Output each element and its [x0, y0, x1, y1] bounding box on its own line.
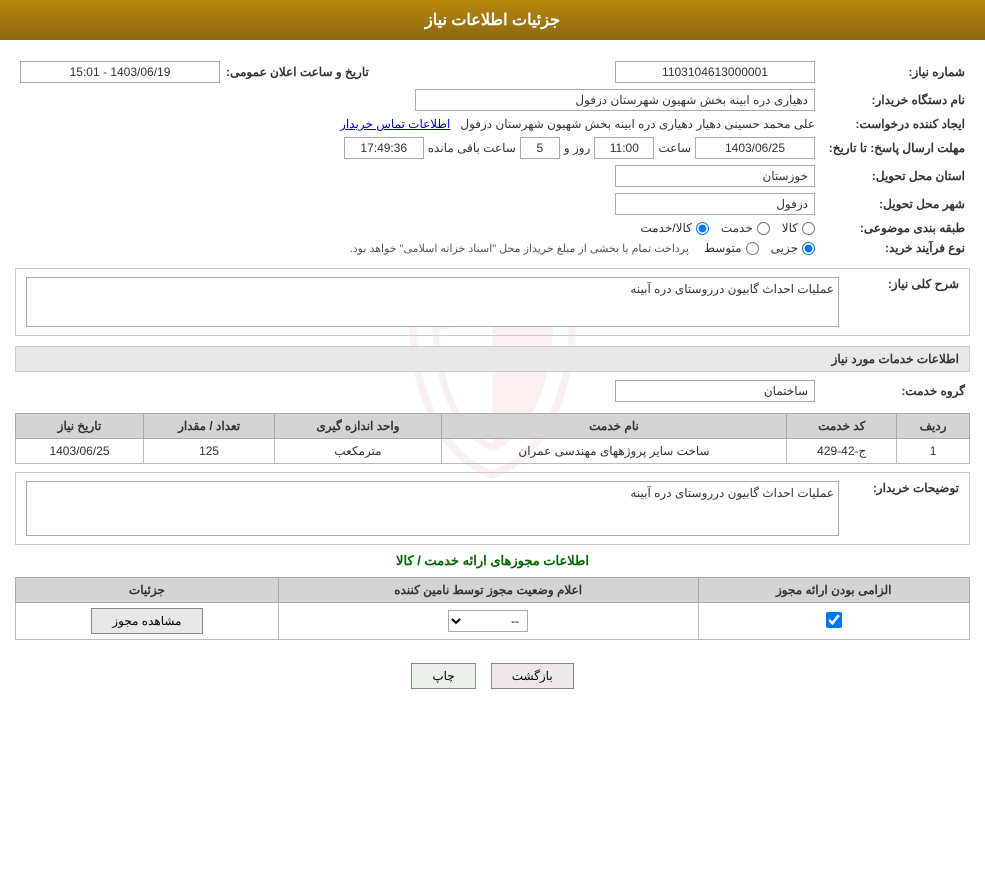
license-required-cell	[698, 603, 970, 640]
deadline-remaining-label: ساعت باقی مانده	[428, 141, 516, 155]
col-code: کد خدمت	[787, 414, 897, 439]
need-description-label: شرح کلی نیاز:	[839, 277, 959, 291]
category-option-kala[interactable]: کالا	[782, 221, 815, 235]
purchase-type-motavasset[interactable]: متوسط	[704, 241, 759, 255]
view-license-button[interactable]: مشاهده مجوز	[91, 608, 202, 634]
license-required-checkbox[interactable]	[826, 612, 842, 628]
purchase-type-jozi[interactable]: جزیی	[771, 241, 815, 255]
license-col-details: جزئیات	[16, 578, 279, 603]
deadline-label: مهلت ارسال پاسخ: تا تاریخ:	[815, 141, 965, 155]
deadline-date: 1403/06/25	[695, 137, 815, 159]
col-row: ردیف	[897, 414, 970, 439]
buyer-name-label: نام دستگاه خریدار:	[815, 93, 965, 107]
page-title: جزئیات اطلاعات نیاز	[0, 0, 985, 40]
category-option-khedmat[interactable]: خدمت	[721, 221, 770, 235]
back-button[interactable]: بازگشت	[491, 663, 574, 689]
purchase-type-radio-group: جزیی متوسط	[704, 241, 815, 255]
service-group-label: گروه خدمت:	[815, 384, 965, 398]
license-row: -- مشاهده مجوز	[16, 603, 970, 640]
print-button[interactable]: چاپ	[411, 663, 475, 689]
col-name: نام خدمت	[441, 414, 787, 439]
buyer-description-value: عملیات احداث گابیون درروستای دره آبینه	[26, 481, 839, 536]
license-table: الزامی بودن ارائه مجوز اعلام وضعیت مجوز …	[15, 577, 970, 640]
need-number-label: شماره نیاز:	[815, 65, 965, 79]
city-label: شهر محل تحویل:	[815, 197, 965, 211]
announcement-label: تاریخ و ساعت اعلان عمومی:	[226, 65, 369, 79]
col-quantity: تعداد / مقدار	[143, 414, 274, 439]
purchase-type-note: پرداخت تمام یا بخشی از مبلغ خریداز محل "…	[350, 242, 689, 255]
license-col-status: اعلام وضعیت مجوز توسط نامین کننده	[278, 578, 698, 603]
category-option-kala-khedmat[interactable]: کالا/خدمت	[640, 221, 708, 235]
need-number-value: 1103104613000001	[615, 61, 815, 83]
bottom-buttons-area: بازگشت چاپ	[15, 648, 970, 704]
province-label: استان محل تحویل:	[815, 169, 965, 183]
license-col-required: الزامی بودن ارائه مجوز	[698, 578, 970, 603]
col-date: تاریخ نیاز	[16, 414, 144, 439]
license-status-select[interactable]: --	[448, 610, 528, 632]
services-section-title: اطلاعات خدمات مورد نیاز	[15, 346, 970, 372]
license-section-title: اطلاعات مجوزهای ارائه خدمت / کالا	[15, 553, 970, 569]
purchase-type-label: نوع فرآیند خرید:	[815, 241, 965, 255]
license-status-cell: --	[278, 603, 698, 640]
col-unit: واحد اندازه گیری	[275, 414, 441, 439]
license-details-cell: مشاهده مجوز	[16, 603, 279, 640]
city-value: دزفول	[615, 193, 815, 215]
deadline-remaining: 17:49:36	[344, 137, 424, 159]
deadline-time-label: ساعت	[658, 141, 691, 155]
category-label: طبقه بندی موضوعی:	[815, 221, 965, 235]
deadline-time: 11:00	[594, 137, 654, 159]
services-table: ردیف کد خدمت نام خدمت واحد اندازه گیری ت…	[15, 413, 970, 464]
province-value: خوزستان	[615, 165, 815, 187]
category-radio-group: کالا خدمت کالا/خدمت	[640, 221, 815, 235]
requester-label: ایجاد کننده درخواست:	[815, 117, 965, 131]
buyer-description-label: توضیحات خریدار:	[839, 481, 959, 495]
need-description-value: عملیات احداث گابیون درروستای دره آبینه	[26, 277, 839, 327]
deadline-days-label: روز و	[564, 141, 591, 155]
requester-value: علی محمد حسینی دهیار دهیاری دره ابینه بخ…	[460, 117, 815, 131]
deadline-days: 5	[520, 137, 560, 159]
buyer-name-value: دهیاری دره ابینه بخش شهیون شهرستان دزفول	[415, 89, 815, 111]
table-row: 1 ج-42-429 ساخت سایر پروژههای مهندسی عمر…	[16, 439, 970, 464]
announcement-value: 1403/06/19 - 15:01	[20, 61, 220, 83]
requester-contact-link[interactable]: اطلاعات تماس خریدار	[340, 117, 450, 131]
service-group-value: ساختمان	[615, 380, 815, 402]
